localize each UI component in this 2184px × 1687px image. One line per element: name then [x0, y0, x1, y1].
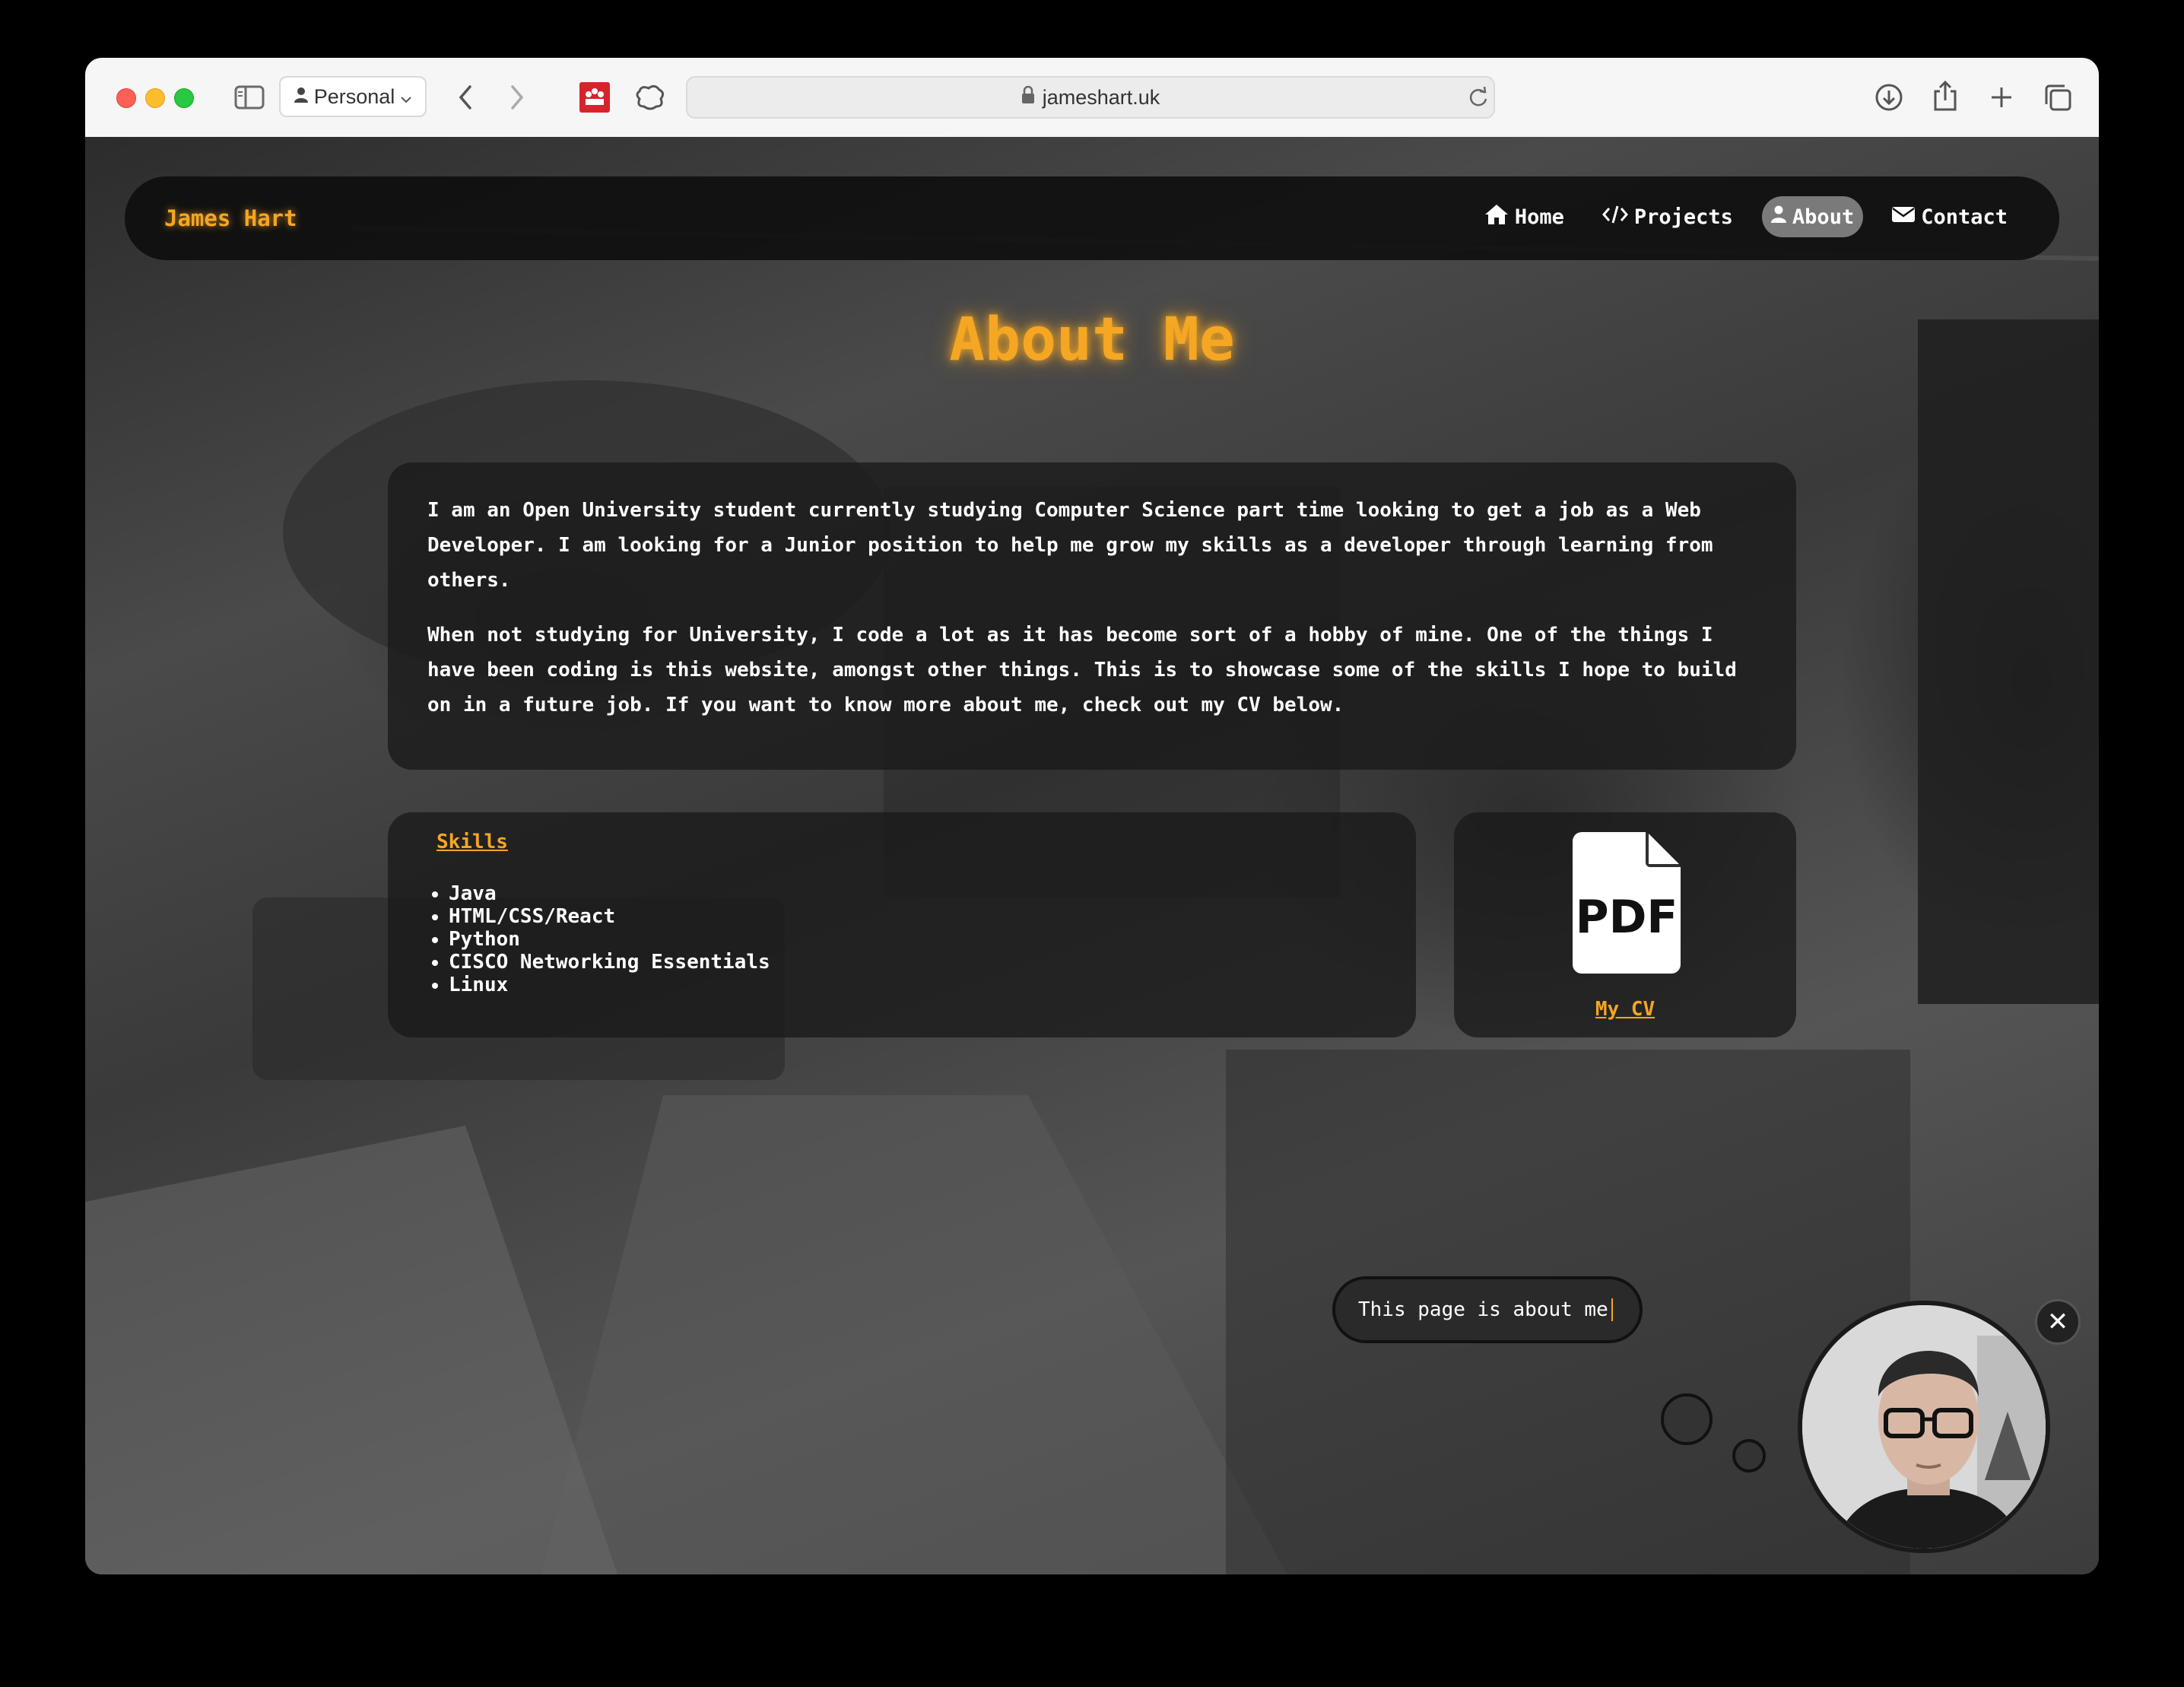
- profile-selector[interactable]: Personal: [279, 76, 427, 117]
- cv-panel: PDF My CV: [1454, 812, 1796, 1037]
- address-bar[interactable]: jameshart.uk: [686, 76, 1495, 119]
- close-window-button[interactable]: [116, 88, 136, 108]
- cv-link[interactable]: My CV: [1454, 998, 1796, 1021]
- minimize-window-button[interactable]: [145, 88, 165, 108]
- nav-about[interactable]: About: [1761, 196, 1864, 237]
- skill-item: Python: [449, 928, 770, 951]
- skill-item: Linux: [449, 974, 770, 996]
- lock-icon: [1021, 85, 1035, 110]
- about-paragraph: I am an Open University student currentl…: [427, 499, 1713, 592]
- nav-contact-label: Contact: [1921, 205, 2008, 229]
- chevron-down-icon: [401, 85, 411, 109]
- thought-dot: [1732, 1439, 1766, 1473]
- code-icon: [1601, 205, 1628, 230]
- skills-title[interactable]: Skills: [436, 831, 508, 853]
- avatar[interactable]: [1798, 1301, 2050, 1553]
- nav-home-label: Home: [1514, 205, 1564, 229]
- zoom-window-button[interactable]: [174, 88, 194, 108]
- pdf-icon-label: PDF: [1576, 891, 1678, 944]
- thought-dot: [1661, 1393, 1713, 1445]
- envelope-icon: [1892, 205, 1916, 229]
- new-tab-icon[interactable]: [1985, 81, 2018, 114]
- back-icon[interactable]: [450, 81, 481, 114]
- about-text-panel: I am an Open University student currentl…: [388, 462, 1796, 770]
- web-page: James Hart Home Projects About Contact A…: [85, 137, 2099, 1574]
- person-icon: [294, 85, 308, 109]
- user-icon: [1770, 205, 1786, 229]
- skill-item: HTML/CSS/React: [449, 905, 770, 928]
- forward-icon[interactable]: [502, 81, 532, 114]
- browser-toolbar: Personal jameshart.uk: [85, 58, 2099, 138]
- pdf-file-icon[interactable]: PDF: [1573, 832, 1681, 977]
- url-text: jameshart.uk: [1042, 85, 1160, 109]
- share-icon[interactable]: [1928, 78, 1962, 114]
- download-icon[interactable]: [1872, 81, 1906, 114]
- browser-window: Personal jameshart.uk James Hart Home Pr…: [85, 58, 2099, 1574]
- speech-bubble: This page is about me: [1332, 1276, 1643, 1343]
- tab-overview-icon[interactable]: [2041, 81, 2074, 114]
- nav-projects[interactable]: Projects: [1593, 196, 1742, 237]
- site-brand[interactable]: James Hart: [164, 176, 297, 260]
- text-cursor: [1611, 1298, 1613, 1321]
- nav-projects-label: Projects: [1633, 205, 1733, 229]
- skills-panel: Skills Java HTML/CSS/React Python CISCO …: [388, 812, 1416, 1037]
- nav-home[interactable]: Home: [1475, 196, 1573, 237]
- site-navbar: James Hart Home Projects About Contact: [125, 176, 2059, 260]
- nav-about-label: About: [1792, 205, 1855, 229]
- about-paragraph: When not studying for University, I code…: [427, 624, 1737, 716]
- puzzle-extension-icon[interactable]: [634, 82, 666, 113]
- skill-item: Java: [449, 882, 770, 905]
- home-icon: [1484, 204, 1509, 230]
- profile-label: Personal: [313, 84, 395, 108]
- extension-icon[interactable]: [579, 82, 610, 113]
- sidebar-toggle-icon[interactable]: [234, 82, 265, 113]
- speech-bubble-text: This page is about me: [1358, 1298, 1608, 1321]
- skills-list: Java HTML/CSS/React Python CISCO Network…: [411, 882, 770, 996]
- reload-icon[interactable]: [1466, 85, 1490, 110]
- skill-item: CISCO Networking Essentials: [449, 951, 770, 974]
- nav-contact[interactable]: Contact: [1883, 196, 2017, 237]
- page-title: About Me: [949, 306, 1235, 374]
- nav-links: Home Projects About Contact: [1475, 196, 2017, 237]
- close-icon[interactable]: ✕: [2035, 1299, 2081, 1345]
